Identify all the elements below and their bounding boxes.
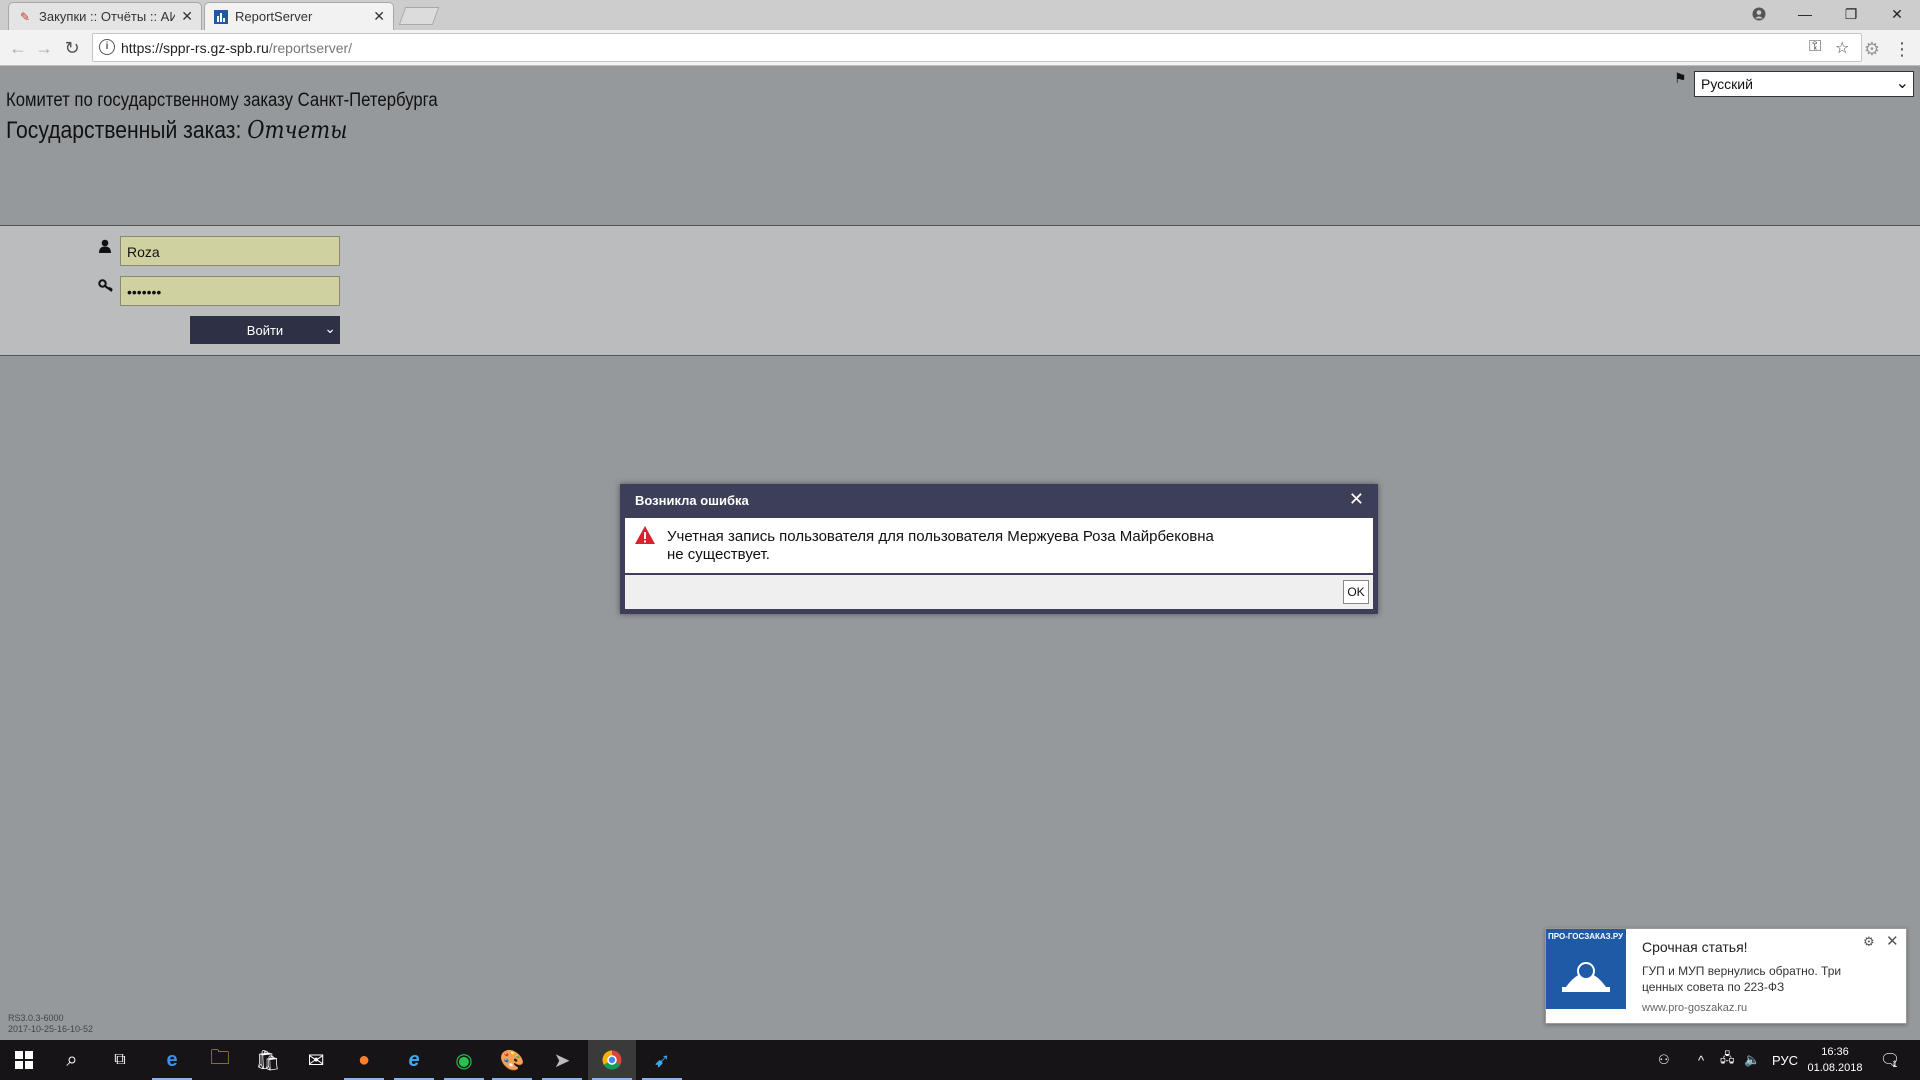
chrome-icon[interactable]: [588, 1040, 636, 1080]
login-panel: Roza ••••••• Войти ⌄: [0, 226, 1920, 356]
site-info-icon[interactable]: i: [99, 39, 115, 55]
reportserver-favicon-icon: [213, 9, 229, 25]
restore-icon[interactable]: ❐: [1828, 0, 1874, 28]
browser-toolbar: ← → ↻ i https://sppr-rs.gz-spb.ru/report…: [0, 30, 1920, 66]
reload-icon[interactable]: ↻: [60, 36, 84, 60]
error-message: Учетная запись пользователя для пользова…: [667, 528, 1214, 563]
page-header: Комитет по государственному заказу Санкт…: [0, 66, 1920, 226]
chevron-down-icon[interactable]: ⌄: [324, 320, 336, 337]
tab-title: Закупки :: Отчёты :: АИС: [39, 9, 176, 24]
chat-app-icon[interactable]: ◉: [440, 1040, 488, 1080]
browser-tab-strip: ✎ Закупки :: Отчёты :: АИС ✕ ReportServe…: [0, 0, 1920, 30]
file-explorer-icon[interactable]: 🗀: [196, 1040, 244, 1080]
task-view-icon[interactable]: ⧉: [96, 1040, 144, 1080]
menu-dots-icon[interactable]: ⋮: [1890, 37, 1914, 61]
search-icon[interactable]: ⌕: [48, 1040, 96, 1080]
bookmark-star-icon[interactable]: ☆: [1835, 38, 1849, 58]
address-url: https://sppr-rs.gz-spb.ru/reportserver/: [121, 40, 353, 56]
internet-explorer-icon[interactable]: e: [390, 1040, 438, 1080]
mail-icon[interactable]: ✉: [292, 1040, 340, 1080]
profile-icon[interactable]: [1736, 0, 1782, 28]
windows-start-icon[interactable]: [0, 1040, 48, 1080]
error-dialog: Возникла ошибка ✕ Учетная запись пользов…: [620, 484, 1378, 614]
notification-source: www.pro-goszakaz.ru: [1642, 1002, 1748, 1014]
input-language[interactable]: РУС: [1772, 1040, 1798, 1080]
forward-arrow-icon[interactable]: →: [32, 36, 56, 60]
telegram-icon[interactable]: ➹: [638, 1040, 686, 1080]
tab-close-icon[interactable]: ✕: [181, 8, 193, 25]
address-bar[interactable]: i https://sppr-rs.gz-spb.ru/reportserver…: [92, 33, 1862, 62]
tab-zakupki[interactable]: ✎ Закупки :: Отчёты :: АИС ✕: [8, 2, 202, 30]
store-icon[interactable]: 🛍: [244, 1040, 292, 1080]
notification-toast[interactable]: ПРО-ГОСЗАКАЗ.РУ Срочная статья! ГУП и МУ…: [1545, 928, 1907, 1024]
action-center-icon[interactable]: 🗨 1: [1880, 1040, 1900, 1080]
dialog-title: Возникла ошибка: [635, 493, 749, 508]
notification-text: ГУП и МУП вернулись обратно. Три ценных …: [1642, 964, 1842, 994]
pro-goszakaz-logo: ПРО-ГОСЗАКАЗ.РУ: [1546, 929, 1626, 1009]
app-icon[interactable]: ➤: [538, 1040, 586, 1080]
system-clock[interactable]: 16:36 01.08.2018: [1800, 1044, 1870, 1076]
key-icon: [98, 279, 114, 297]
notification-title: Срочная статья!: [1642, 939, 1748, 955]
edge-icon[interactable]: e: [148, 1040, 196, 1080]
tab-reportserver[interactable]: ReportServer ✕: [204, 2, 394, 30]
username-input[interactable]: Roza: [120, 236, 340, 266]
chevron-down-icon: ⌄: [1895, 75, 1909, 92]
extension-icon[interactable]: ⚙: [1860, 37, 1884, 61]
tab-title: ReportServer: [235, 9, 313, 24]
flag-icon: ⚑: [1674, 70, 1687, 86]
windows-taskbar: ⌕ ⧉ e 🗀 🛍 ✉ ● e ◉ 🎨 ➤ ➹ ⚇ ^ 🖧 🔈 РУС 16:3…: [0, 1040, 1920, 1080]
password-input[interactable]: •••••••: [120, 276, 340, 306]
gear-icon[interactable]: ⚙: [1863, 934, 1875, 950]
tab-close-icon[interactable]: ✕: [373, 8, 385, 25]
key-icon[interactable]: ⚿: [1809, 38, 1821, 56]
app-name: Государственный заказ: Отчеты: [6, 116, 348, 144]
login-button[interactable]: Войти ⌄: [190, 316, 340, 344]
back-arrow-icon[interactable]: ←: [6, 36, 30, 60]
minimize-icon[interactable]: —: [1782, 0, 1828, 28]
window-close-icon[interactable]: ✕: [1874, 0, 1920, 28]
tab-favicon-icon: ✎: [19, 9, 31, 24]
dialog-footer: OK: [625, 575, 1373, 609]
language-select[interactable]: Русский ⌄: [1694, 71, 1914, 97]
paint-icon[interactable]: 🎨: [488, 1040, 536, 1080]
new-tab-button[interactable]: [398, 7, 440, 25]
network-icon[interactable]: 🖧: [1720, 1040, 1735, 1080]
close-icon[interactable]: ✕: [1886, 932, 1899, 950]
firefox-icon[interactable]: ●: [340, 1040, 388, 1080]
volume-icon[interactable]: 🔈: [1744, 1040, 1760, 1080]
dialog-body: Учетная запись пользователя для пользова…: [625, 518, 1373, 573]
version-info: RS3.0.3-6000 2017-10-25-16-10-52: [8, 1013, 94, 1034]
app-subtitle: Отчеты: [247, 116, 348, 144]
org-name: Комитет по государственному заказу Санкт…: [6, 90, 438, 111]
people-icon[interactable]: ⚇: [1658, 1040, 1670, 1080]
tray-chevron-up-icon[interactable]: ^: [1698, 1040, 1704, 1080]
warning-icon: [635, 526, 655, 544]
dialog-close-icon[interactable]: ✕: [1349, 489, 1364, 510]
user-icon: [98, 239, 112, 257]
ok-button[interactable]: OK: [1343, 580, 1369, 604]
